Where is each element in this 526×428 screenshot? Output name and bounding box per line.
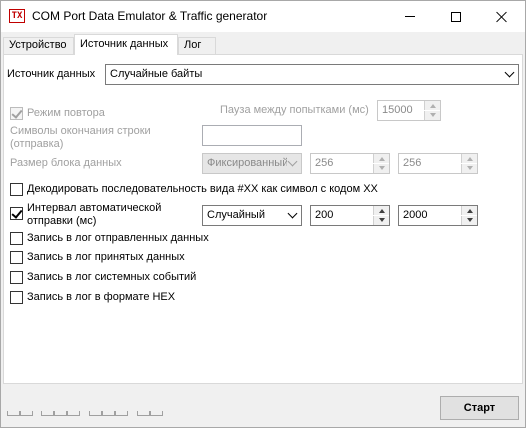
interval-max-value: 2000 [403, 209, 428, 221]
spin-up-icon[interactable] [461, 154, 477, 163]
log-received-label: Запись в лог принятых данных [27, 251, 185, 263]
status-segment [102, 411, 115, 416]
spin-up-icon[interactable] [424, 101, 440, 110]
spin-down-icon[interactable] [373, 164, 389, 173]
chevron-down-icon [504, 67, 515, 78]
interval-mode-value: Случайный [207, 209, 265, 221]
chevron-down-icon [287, 156, 298, 167]
window-title: COM Port Data Emulator & Traffic generat… [32, 9, 268, 23]
interval-min-value: 200 [315, 209, 334, 221]
eol-label-line1: Символы окончания строки [10, 125, 151, 137]
chevron-down-icon [287, 208, 298, 219]
spin-down-icon[interactable] [424, 111, 440, 120]
tab-log[interactable]: Лог [178, 37, 216, 54]
repeat-checkbox[interactable] [10, 107, 23, 120]
interval-max-stepper[interactable]: 2000 [398, 205, 478, 226]
status-segment [150, 411, 163, 416]
app-icon: TX [9, 9, 25, 23]
block-size-label: Размер блока данных [10, 157, 122, 169]
maximize-button[interactable] [433, 1, 479, 32]
log-sent-label: Запись в лог отправленных данных [27, 232, 209, 244]
block-max-stepper[interactable]: 256 [398, 153, 478, 174]
status-segment [137, 411, 150, 416]
close-button[interactable] [479, 1, 525, 32]
tab-data-source[interactable]: Источник данных [74, 34, 178, 55]
block-mode-select[interactable]: Фиксированный [202, 153, 302, 174]
interval-mode-select[interactable]: Случайный [202, 205, 302, 226]
pause-value: 15000 [382, 104, 413, 116]
log-system-checkbox[interactable] [10, 271, 23, 284]
status-segment [89, 411, 102, 416]
minimize-button[interactable] [387, 1, 433, 32]
spin-down-icon[interactable] [461, 164, 477, 173]
maximize-icon [451, 11, 461, 22]
log-system-label: Запись в лог системных событий [27, 271, 197, 283]
status-segment [20, 411, 33, 416]
interval-min-stepper[interactable]: 200 [310, 205, 390, 226]
decode-label: Декодировать последовательность вида #XX… [27, 183, 378, 195]
log-hex-label: Запись в лог в формате HEX [27, 291, 176, 303]
block-max-value: 256 [403, 157, 422, 169]
start-button[interactable]: Старт [440, 396, 519, 420]
spin-up-icon[interactable] [461, 206, 477, 215]
source-select[interactable]: Случайные байты [105, 64, 519, 85]
log-received-checkbox[interactable] [10, 251, 23, 264]
status-segment [7, 411, 20, 416]
pause-stepper[interactable]: 15000 [377, 100, 441, 121]
log-hex-checkbox[interactable] [10, 291, 23, 304]
eol-input[interactable] [202, 125, 302, 146]
block-min-stepper[interactable]: 256 [310, 153, 390, 174]
source-label: Источник данных [7, 68, 96, 80]
decode-checkbox[interactable] [10, 183, 23, 196]
tab-device[interactable]: Устройство [3, 37, 74, 54]
block-min-value: 256 [315, 157, 334, 169]
source-select-value: Случайные байты [110, 68, 203, 80]
status-segment [67, 411, 80, 416]
spin-up-icon[interactable] [373, 206, 389, 215]
status-segment [115, 411, 128, 416]
spin-up-icon[interactable] [373, 154, 389, 163]
block-mode-value: Фиксированный [207, 157, 287, 169]
status-segment [41, 411, 54, 416]
log-sent-checkbox[interactable] [10, 232, 23, 245]
title-bar[interactable]: TX COM Port Data Emulator & Traffic gene… [1, 1, 525, 32]
close-icon [496, 11, 508, 23]
interval-label-line1: Интервал автоматической [27, 202, 162, 214]
status-segment [54, 411, 67, 416]
app-window: TX COM Port Data Emulator & Traffic gene… [0, 0, 526, 428]
repeat-label: Режим повтора [27, 107, 105, 119]
interval-checkbox[interactable] [10, 207, 23, 220]
spin-down-icon[interactable] [461, 216, 477, 225]
interval-label-line2: отправки (мс) [27, 215, 97, 227]
spin-down-icon[interactable] [373, 216, 389, 225]
pause-label: Пауза между попытками (мс) [220, 104, 369, 116]
eol-label-line2: (отправка) [10, 138, 64, 150]
minimize-icon [405, 16, 415, 17]
